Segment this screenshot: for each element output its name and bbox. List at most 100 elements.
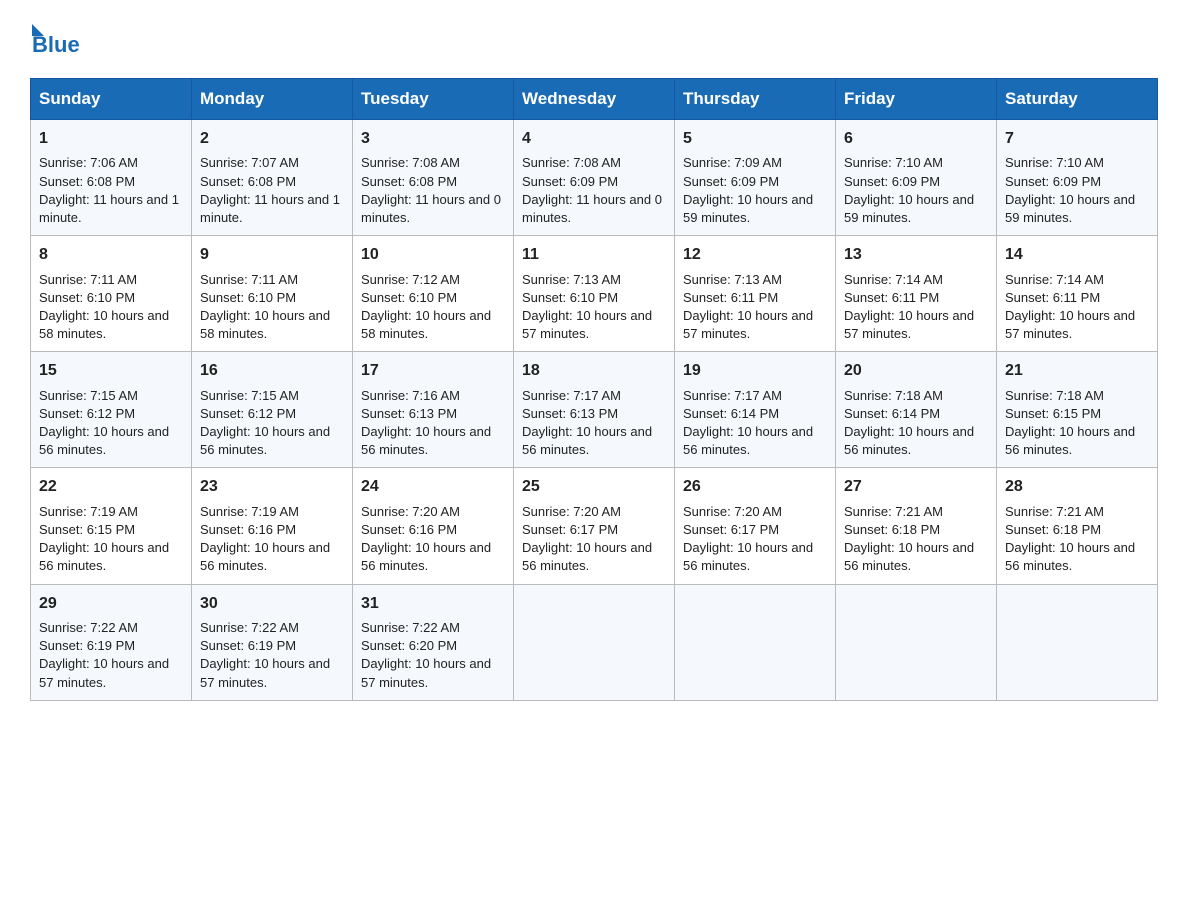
day-number: 9 bbox=[200, 244, 344, 266]
day-info: Sunrise: 7:12 AMSunset: 6:10 PMDaylight:… bbox=[361, 272, 491, 342]
calendar-cell: 12Sunrise: 7:13 AMSunset: 6:11 PMDayligh… bbox=[675, 236, 836, 352]
day-info: Sunrise: 7:07 AMSunset: 6:08 PMDaylight:… bbox=[200, 155, 340, 225]
calendar-cell: 4Sunrise: 7:08 AMSunset: 6:09 PMDaylight… bbox=[514, 120, 675, 236]
day-number: 18 bbox=[522, 360, 666, 382]
calendar-cell: 18 Sunrise: 7:17 AMSunset: 6:13 PMDayligh… bbox=[514, 352, 675, 468]
day-info: Sunrise: 7:13 AMSunset: 6:11 PMDaylight:… bbox=[683, 272, 813, 342]
day-info: Sunrise: 7:17 AMSunset: 6:13 PMDaylight:… bbox=[522, 388, 652, 458]
day-number: 4 bbox=[522, 128, 666, 150]
logo-underline-text: Blue bbox=[32, 32, 80, 58]
calendar-cell: 22 Sunrise: 7:19 AMSunset: 6:15 PMDayligh… bbox=[31, 468, 192, 584]
day-number: 19 bbox=[683, 360, 827, 382]
calendar-cell: 9 Sunrise: 7:11 AMSunset: 6:10 PMDaylight… bbox=[192, 236, 353, 352]
day-number: 1 bbox=[39, 128, 183, 150]
calendar-cell: 30 Sunrise: 7:22 AMSunset: 6:19 PMDayligh… bbox=[192, 584, 353, 700]
day-number: 29 bbox=[39, 593, 183, 615]
day-info: Sunrise: 7:20 AMSunset: 6:17 PMDaylight:… bbox=[522, 504, 652, 574]
day-info: Sunrise: 7:16 AMSunset: 6:13 PMDaylight:… bbox=[361, 388, 491, 458]
day-number: 5 bbox=[683, 128, 827, 150]
calendar-cell: 15 Sunrise: 7:15 AMSunset: 6:12 PMDayligh… bbox=[31, 352, 192, 468]
column-header-thursday: Thursday bbox=[675, 79, 836, 120]
day-info: Sunrise: 7:21 AMSunset: 6:18 PMDaylight:… bbox=[1005, 504, 1135, 574]
column-header-sunday: Sunday bbox=[31, 79, 192, 120]
calendar-cell: 11 Sunrise: 7:13 AMSunset: 6:10 PMDayligh… bbox=[514, 236, 675, 352]
day-number: 17 bbox=[361, 360, 505, 382]
day-info: Sunrise: 7:15 AMSunset: 6:12 PMDaylight:… bbox=[39, 388, 169, 458]
day-info: Sunrise: 7:06 AMSunset: 6:08 PMDaylight:… bbox=[39, 155, 179, 225]
calendar-week-row: 1 Sunrise: 7:06 AMSunset: 6:08 PMDaylight… bbox=[31, 120, 1158, 236]
day-number: 24 bbox=[361, 476, 505, 498]
logo: Blue bbox=[30, 20, 80, 58]
calendar-cell: 5 Sunrise: 7:09 AMSunset: 6:09 PMDaylight… bbox=[675, 120, 836, 236]
calendar-cell: 14 Sunrise: 7:14 AMSunset: 6:11 PMDayligh… bbox=[997, 236, 1158, 352]
calendar-cell: 23 Sunrise: 7:19 AMSunset: 6:16 PMDayligh… bbox=[192, 468, 353, 584]
column-header-tuesday: Tuesday bbox=[353, 79, 514, 120]
day-info: Sunrise: 7:15 AMSunset: 6:12 PMDaylight:… bbox=[200, 388, 330, 458]
day-info: Sunrise: 7:09 AMSunset: 6:09 PMDaylight:… bbox=[683, 155, 813, 225]
column-header-monday: Monday bbox=[192, 79, 353, 120]
calendar-cell: 17 Sunrise: 7:16 AMSunset: 6:13 PMDayligh… bbox=[353, 352, 514, 468]
day-info: Sunrise: 7:19 AMSunset: 6:16 PMDaylight:… bbox=[200, 504, 330, 574]
calendar-cell: 6 Sunrise: 7:10 AMSunset: 6:09 PMDaylight… bbox=[836, 120, 997, 236]
day-number: 15 bbox=[39, 360, 183, 382]
day-number: 31 bbox=[361, 593, 505, 615]
calendar-cell: 21 Sunrise: 7:18 AMSunset: 6:15 PMDayligh… bbox=[997, 352, 1158, 468]
calendar-week-row: 22 Sunrise: 7:19 AMSunset: 6:15 PMDayligh… bbox=[31, 468, 1158, 584]
day-info: Sunrise: 7:13 AMSunset: 6:10 PMDaylight:… bbox=[522, 272, 652, 342]
day-number: 22 bbox=[39, 476, 183, 498]
day-number: 2 bbox=[200, 128, 344, 150]
calendar-table: SundayMondayTuesdayWednesdayThursdayFrid… bbox=[30, 78, 1158, 701]
calendar-cell: 31 Sunrise: 7:22 AMSunset: 6:20 PMDayligh… bbox=[353, 584, 514, 700]
calendar-week-row: 8 Sunrise: 7:11 AMSunset: 6:10 PMDaylight… bbox=[31, 236, 1158, 352]
day-number: 8 bbox=[39, 244, 183, 266]
day-number: 26 bbox=[683, 476, 827, 498]
day-info: Sunrise: 7:21 AMSunset: 6:18 PMDaylight:… bbox=[844, 504, 974, 574]
day-number: 23 bbox=[200, 476, 344, 498]
calendar-cell: 28 Sunrise: 7:21 AMSunset: 6:18 PMDayligh… bbox=[997, 468, 1158, 584]
calendar-cell: 29 Sunrise: 7:22 AMSunset: 6:19 PMDayligh… bbox=[31, 584, 192, 700]
calendar-cell: 24 Sunrise: 7:20 AMSunset: 6:16 PMDayligh… bbox=[353, 468, 514, 584]
day-number: 16 bbox=[200, 360, 344, 382]
day-number: 21 bbox=[1005, 360, 1149, 382]
day-info: Sunrise: 7:18 AMSunset: 6:15 PMDaylight:… bbox=[1005, 388, 1135, 458]
calendar-week-row: 15 Sunrise: 7:15 AMSunset: 6:12 PMDayligh… bbox=[31, 352, 1158, 468]
calendar-cell: 3Sunrise: 7:08 AMSunset: 6:08 PMDaylight… bbox=[353, 120, 514, 236]
calendar-cell: 1 Sunrise: 7:06 AMSunset: 6:08 PMDaylight… bbox=[31, 120, 192, 236]
day-number: 30 bbox=[200, 593, 344, 615]
day-info: Sunrise: 7:17 AMSunset: 6:14 PMDaylight:… bbox=[683, 388, 813, 458]
day-info: Sunrise: 7:14 AMSunset: 6:11 PMDaylight:… bbox=[1005, 272, 1135, 342]
day-info: Sunrise: 7:20 AMSunset: 6:17 PMDaylight:… bbox=[683, 504, 813, 574]
day-info: Sunrise: 7:11 AMSunset: 6:10 PMDaylight:… bbox=[39, 272, 169, 342]
calendar-cell bbox=[997, 584, 1158, 700]
calendar-week-row: 29 Sunrise: 7:22 AMSunset: 6:19 PMDayligh… bbox=[31, 584, 1158, 700]
day-info: Sunrise: 7:08 AMSunset: 6:08 PMDaylight:… bbox=[361, 155, 501, 225]
day-number: 10 bbox=[361, 244, 505, 266]
day-number: 14 bbox=[1005, 244, 1149, 266]
calendar-cell: 16 Sunrise: 7:15 AMSunset: 6:12 PMDayligh… bbox=[192, 352, 353, 468]
day-number: 7 bbox=[1005, 128, 1149, 150]
calendar-cell bbox=[675, 584, 836, 700]
day-info: Sunrise: 7:19 AMSunset: 6:15 PMDaylight:… bbox=[39, 504, 169, 574]
calendar-cell bbox=[514, 584, 675, 700]
calendar-cell: 10 Sunrise: 7:12 AMSunset: 6:10 PMDayligh… bbox=[353, 236, 514, 352]
column-header-saturday: Saturday bbox=[997, 79, 1158, 120]
calendar-cell bbox=[836, 584, 997, 700]
day-info: Sunrise: 7:22 AMSunset: 6:19 PMDaylight:… bbox=[39, 620, 169, 690]
day-number: 6 bbox=[844, 128, 988, 150]
column-header-friday: Friday bbox=[836, 79, 997, 120]
calendar-header-row: SundayMondayTuesdayWednesdayThursdayFrid… bbox=[31, 79, 1158, 120]
day-number: 27 bbox=[844, 476, 988, 498]
day-info: Sunrise: 7:22 AMSunset: 6:20 PMDaylight:… bbox=[361, 620, 491, 690]
day-info: Sunrise: 7:10 AMSunset: 6:09 PMDaylight:… bbox=[844, 155, 974, 225]
calendar-cell: 2 Sunrise: 7:07 AMSunset: 6:08 PMDaylight… bbox=[192, 120, 353, 236]
calendar-cell: 20Sunrise: 7:18 AMSunset: 6:14 PMDayligh… bbox=[836, 352, 997, 468]
column-header-wednesday: Wednesday bbox=[514, 79, 675, 120]
day-info: Sunrise: 7:11 AMSunset: 6:10 PMDaylight:… bbox=[200, 272, 330, 342]
day-number: 28 bbox=[1005, 476, 1149, 498]
calendar-cell: 25Sunrise: 7:20 AMSunset: 6:17 PMDayligh… bbox=[514, 468, 675, 584]
day-info: Sunrise: 7:20 AMSunset: 6:16 PMDaylight:… bbox=[361, 504, 491, 574]
page-header: Blue bbox=[30, 20, 1158, 58]
day-info: Sunrise: 7:22 AMSunset: 6:19 PMDaylight:… bbox=[200, 620, 330, 690]
calendar-cell: 27 Sunrise: 7:21 AMSunset: 6:18 PMDayligh… bbox=[836, 468, 997, 584]
day-number: 11 bbox=[522, 244, 666, 266]
